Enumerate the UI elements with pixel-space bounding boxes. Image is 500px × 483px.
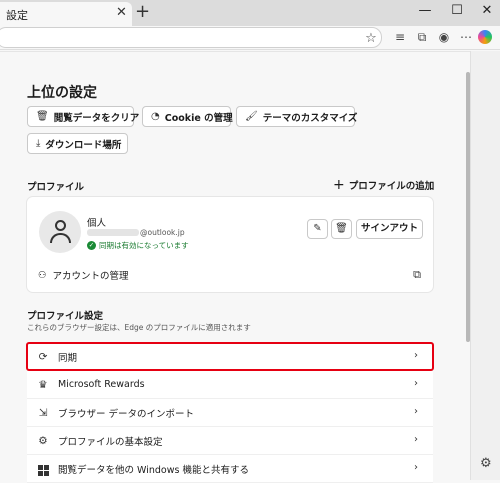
clear-browsing-data-label: 閲覧データをクリア <box>53 112 140 124</box>
gear-icon[interactable]: ⚙ <box>480 456 492 471</box>
redacted-email <box>87 229 139 236</box>
sidebar-rail: ⚙ <box>470 51 500 480</box>
cookie-icon: ◔ <box>151 111 160 122</box>
brush-icon: 🖌 <box>245 111 258 122</box>
manage-cookies-button[interactable]: ◔ Cookie の管理 <box>142 106 233 127</box>
favorites-icon[interactable]: ≡ <box>392 30 408 44</box>
customize-theme-button[interactable]: 🖌 テーマのカスタマイズ <box>236 106 358 127</box>
trash-icon: 🗑 <box>36 111 49 122</box>
add-profile-button[interactable]: + プロファイルの追加 <box>333 177 434 193</box>
settings-row-import[interactable]: ⇲ ブラウザー データのインポート › <box>27 399 433 427</box>
profile-card: 個人 @outlook.jp ✓ 同期は有効になっています ✎ 🗑 サインアウト… <box>27 197 433 292</box>
import-icon: ⇲ <box>38 406 48 419</box>
profile-email: @outlook.jp <box>87 228 185 237</box>
download-location-label: ダウンロード場所 <box>45 139 122 151</box>
download-location-button[interactable]: ⤓ ダウンロード場所 <box>27 133 128 154</box>
star-icon[interactable]: ☆ <box>363 31 379 46</box>
sync-status: ✓ 同期は有効になっています <box>87 240 189 251</box>
sign-out-button[interactable]: サインアウト <box>356 219 423 239</box>
people-settings-icon: ⚙ <box>38 434 48 447</box>
person-outline-icon: ⚇ <box>38 269 47 281</box>
more-icon[interactable]: ⋯ <box>458 30 474 44</box>
email-suffix: @outlook.jp <box>140 228 185 237</box>
delete-profile-button[interactable]: 🗑 <box>331 219 352 239</box>
customize-theme-label: テーマのカスタマイズ <box>262 112 358 124</box>
profile-section-title: プロファイル <box>27 182 85 193</box>
external-link-icon: ⧉ <box>413 268 421 281</box>
settings-row-profile-preferences[interactable]: ⚙ プロファイルの基本設定 › <box>27 427 433 455</box>
maximize-button[interactable]: ☐ <box>448 3 466 18</box>
plus-icon: + <box>333 177 345 193</box>
person-body-shape <box>50 233 71 243</box>
manage-cookies-label: Cookie の管理 <box>164 112 233 124</box>
clear-browsing-data-button[interactable]: 🗑 閲覧データをクリア <box>27 106 139 127</box>
trash-icon: 🗑 <box>335 223 348 234</box>
chevron-right-icon: › <box>414 462 418 473</box>
check-icon: ✓ <box>87 241 96 250</box>
collections-icon[interactable]: ⧉ <box>414 30 430 45</box>
profile-icon[interactable]: ◉ <box>436 30 452 44</box>
minimize-button[interactable]: — <box>416 3 434 18</box>
add-profile-label: プロファイルの追加 <box>348 181 435 192</box>
download-icon: ⤓ <box>36 138 41 149</box>
share-windows-label: 閲覧データを他の Windows 機能と共有する <box>58 464 249 476</box>
tab-title: 設定 <box>6 9 28 22</box>
trophy-icon: ♛ <box>38 378 48 391</box>
address-bar[interactable]: ☆ <box>0 27 382 48</box>
rewards-label: Microsoft Rewards <box>58 379 145 390</box>
settings-row-rewards[interactable]: ♛ Microsoft Rewards › <box>27 371 433 399</box>
copilot-icon[interactable] <box>478 30 492 44</box>
tab-close-icon[interactable]: ✕ <box>116 5 127 20</box>
profile-preferences-label: プロファイルの基本設定 <box>58 436 163 448</box>
manage-account-link[interactable]: ⚇ アカウントの管理 ⧉ <box>27 263 433 287</box>
edit-profile-button[interactable]: ✎ <box>307 219 328 239</box>
tab-settings[interactable]: 設定 ✕ <box>0 2 132 26</box>
profile-name: 個人 <box>87 218 107 229</box>
pencil-icon: ✎ <box>313 223 322 234</box>
profile-settings-title: プロファイル設定 <box>27 311 104 322</box>
chevron-right-icon: › <box>414 434 418 445</box>
highlight-box <box>26 342 434 371</box>
settings-main: 上位の設定 🗑 閲覧データをクリア ◔ Cookie の管理 🖌 テーマのカスタ… <box>0 51 470 483</box>
sync-status-text: 同期は有効になっています <box>99 241 189 250</box>
chevron-right-icon: › <box>414 406 418 417</box>
settings-content: 上位の設定 🗑 閲覧データをクリア ◔ Cookie の管理 🖌 テーマのカスタ… <box>0 51 500 483</box>
close-window-button[interactable]: ✕ <box>478 3 496 18</box>
person-icon <box>55 220 66 231</box>
page-title: 上位の設定 <box>27 85 97 101</box>
tab-strip: 設定 ✕ + — ☐ ✕ <box>0 0 500 26</box>
profile-settings-subtitle: これらのブラウザー設定は、Edge のプロファイルに適用されます <box>27 323 251 332</box>
chevron-right-icon: › <box>414 378 418 389</box>
windows-icon <box>37 461 49 476</box>
address-toolbar: ☆ ≡ ⧉ ◉ ⋯ <box>0 26 500 50</box>
settings-row-share-windows[interactable]: 閲覧データを他の Windows 機能と共有する › <box>27 455 433 483</box>
new-tab-button[interactable]: + <box>135 2 150 22</box>
avatar <box>39 211 81 253</box>
import-label: ブラウザー データのインポート <box>58 408 195 420</box>
manage-account-label: アカウントの管理 <box>52 271 129 282</box>
